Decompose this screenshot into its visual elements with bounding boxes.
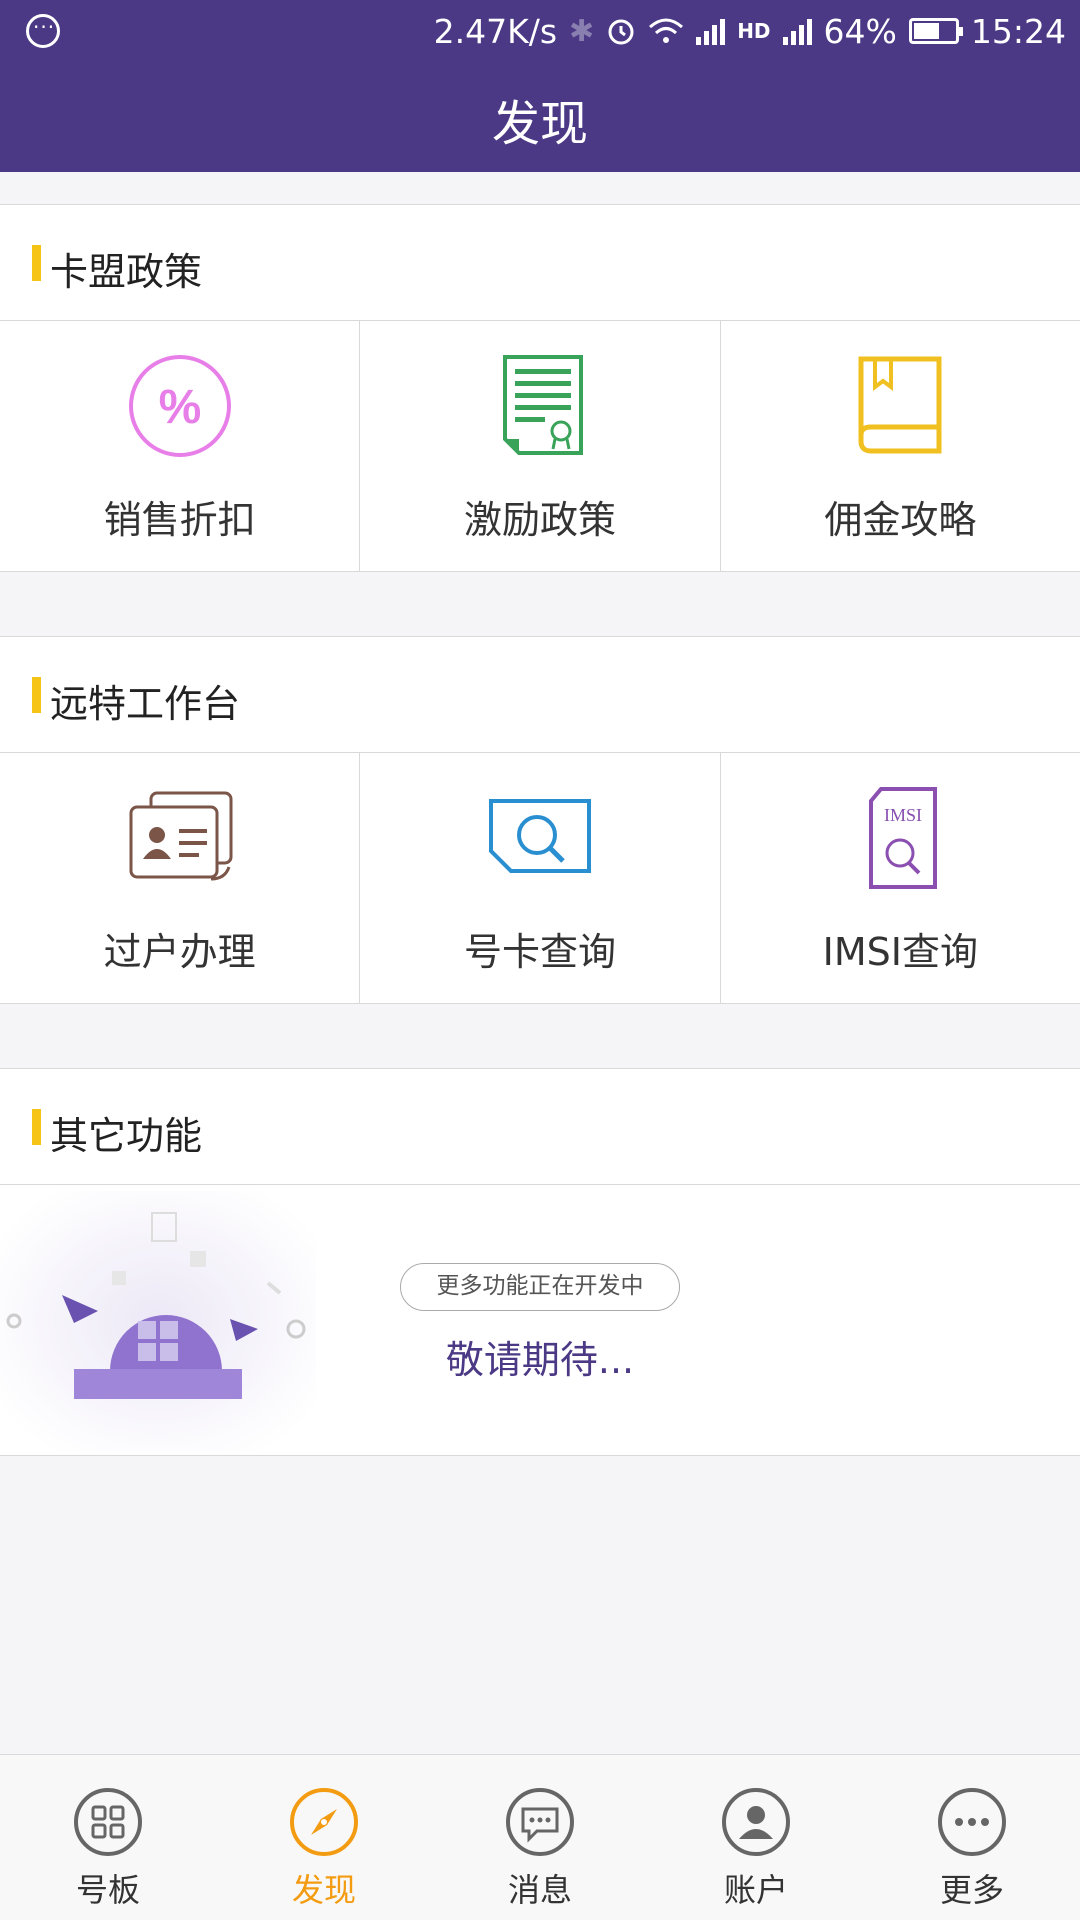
- battery-percent: 64%: [823, 11, 897, 51]
- tab-label: 发现: [291, 1871, 356, 1909]
- network-speed: 2.47K/s: [433, 11, 558, 51]
- id-card-transfer-icon: [129, 791, 233, 881]
- message-icon: [506, 1788, 574, 1856]
- section-accent-bar: [32, 1109, 41, 1145]
- tab-number-board[interactable]: 号板: [0, 1755, 216, 1920]
- hd-icon: HD: [737, 19, 771, 43]
- section-accent-bar: [32, 245, 41, 281]
- imsi-sim-search-icon: IMSI: [869, 787, 938, 889]
- card-search-icon: [488, 799, 591, 873]
- section-title: 远特工作台: [50, 682, 241, 726]
- battery-fill: [913, 23, 940, 39]
- book-icon: [858, 356, 942, 454]
- transfer-handling-item[interactable]: 过户办理: [0, 753, 361, 1003]
- wifi-icon: [649, 18, 684, 43]
- sales-discount-item[interactable]: % 销售折扣: [0, 321, 361, 571]
- section-header: 远特工作台: [0, 637, 1080, 753]
- commission-guide-item[interactable]: 佣金攻略: [721, 321, 1080, 571]
- item-label: 过户办理: [103, 930, 256, 974]
- more-icon: [938, 1788, 1006, 1856]
- card-search-item[interactable]: 号卡查询: [360, 753, 721, 1003]
- item-label: 佣金攻略: [824, 498, 977, 542]
- tab-account[interactable]: 账户: [648, 1755, 864, 1920]
- tab-discover[interactable]: 发现: [216, 1755, 432, 1920]
- section-workbench: 远特工作台 过户办理 号卡查询 IMSI IMSI查询: [0, 636, 1080, 1004]
- section-header: 卡盟政策: [0, 205, 1080, 321]
- section-other-functions: 其它功能 更多功能正在开发中 敬请期待...: [0, 1068, 1080, 1456]
- alarm-icon: [608, 19, 634, 45]
- percent-circle-icon: %: [128, 355, 231, 457]
- bottom-tab-bar: 号板 发现 消息 账户 更多: [0, 1754, 1080, 1920]
- coming-soon-illustration: [0, 1191, 316, 1451]
- item-label: 销售折扣: [103, 498, 256, 542]
- clock: 15:24: [970, 11, 1066, 51]
- tab-messages[interactable]: 消息: [432, 1755, 648, 1920]
- section-title: 卡盟政策: [50, 250, 203, 294]
- tab-label: 消息: [507, 1871, 572, 1909]
- battery-icon: [908, 18, 963, 44]
- notification-icon: [26, 14, 60, 48]
- grid-icon: [74, 1788, 142, 1856]
- section-kameng-policy: 卡盟政策 % 销售折扣 激励政策 佣金攻略: [0, 204, 1080, 572]
- status-bar: 2.47K/s ✱ HD 64% 15:24: [0, 0, 1080, 62]
- imsi-search-item[interactable]: IMSI IMSI查询: [721, 753, 1080, 1003]
- svg-text:%: %: [158, 381, 201, 434]
- incentive-policy-item[interactable]: 激励政策: [360, 321, 721, 571]
- signal-icon: [696, 17, 726, 45]
- tab-label: 号板: [75, 1871, 140, 1909]
- signal-2-icon: [782, 17, 812, 45]
- svg-text:IMSI: IMSI: [884, 805, 922, 825]
- top-bar: 2.47K/s ✱ HD 64% 15:24 发现: [0, 0, 1080, 172]
- coming-soon-text: 敬请期待...: [445, 1338, 635, 1382]
- user-icon: [722, 1788, 790, 1856]
- section-title: 其它功能: [50, 1114, 203, 1158]
- page-title: 发现: [491, 96, 588, 152]
- item-label: 激励政策: [463, 498, 616, 542]
- tab-more[interactable]: 更多: [864, 1755, 1080, 1920]
- bluetooth-icon: ✱: [569, 13, 595, 49]
- section-accent-bar: [32, 677, 41, 713]
- item-label: IMSI查询: [822, 930, 978, 974]
- section-header: 其它功能: [0, 1069, 1080, 1185]
- certificate-icon: [502, 355, 583, 455]
- developing-tag: 更多功能正在开发中: [400, 1263, 680, 1311]
- item-label: 号卡查询: [463, 930, 616, 974]
- tab-label: 账户: [723, 1871, 788, 1909]
- compass-icon: [290, 1788, 358, 1856]
- tab-label: 更多: [939, 1871, 1004, 1909]
